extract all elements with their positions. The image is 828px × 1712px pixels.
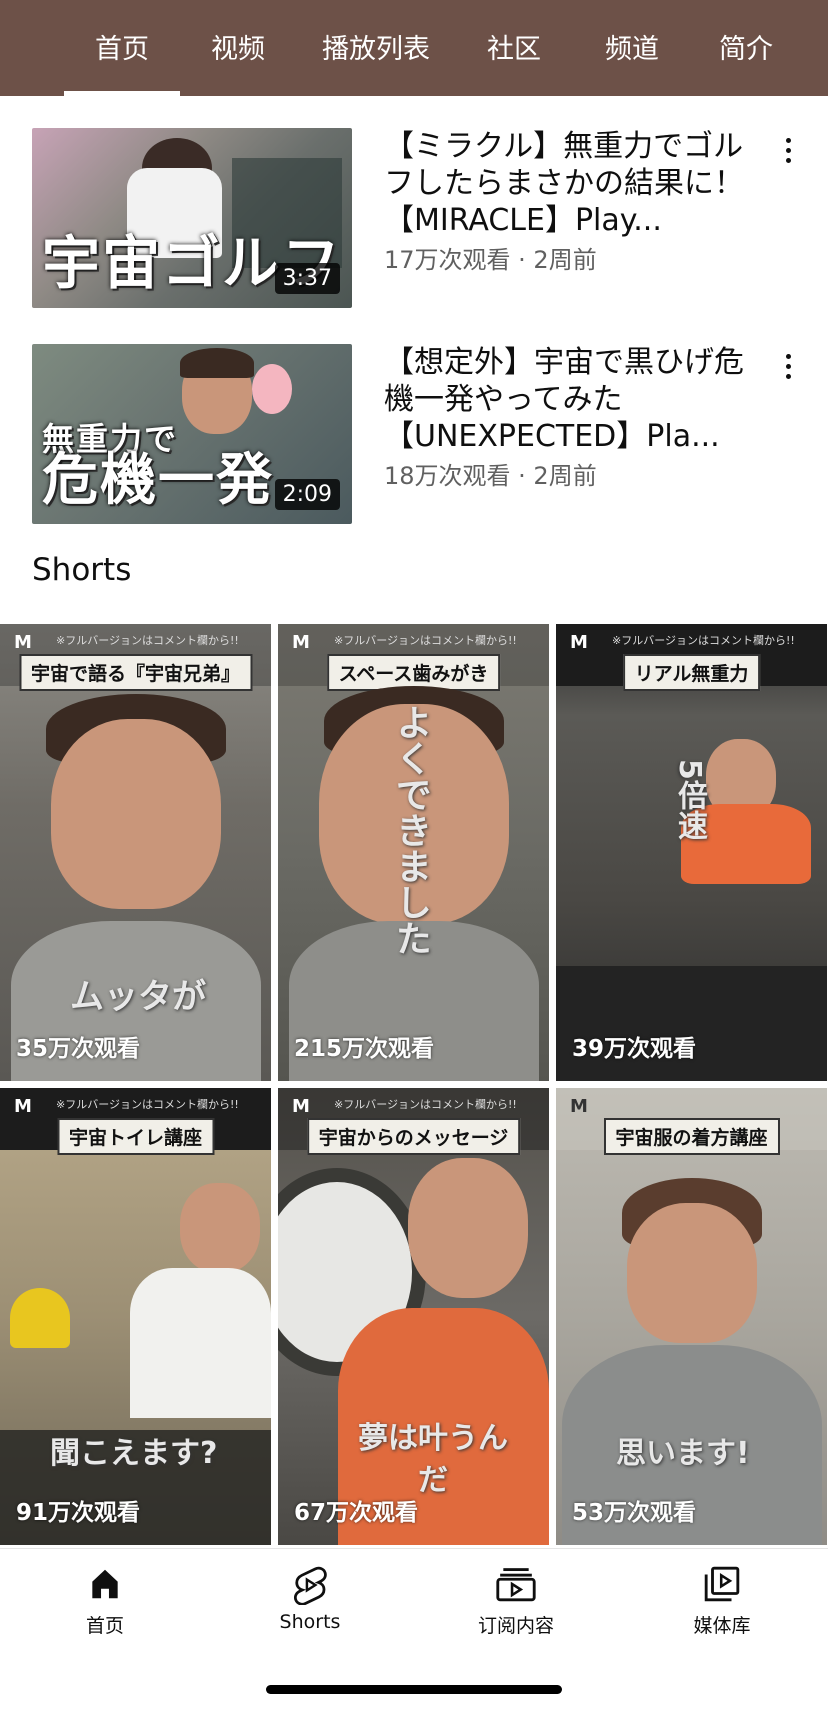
short-views: 39万次观看 — [572, 1036, 697, 1062]
short-note: ※フルバージョンはコメント欄から!! — [612, 634, 795, 647]
home-indicator[interactable] — [266, 1685, 562, 1694]
thumbnail-caption: 危機一発 — [42, 447, 274, 513]
more-options-icon[interactable] — [770, 132, 806, 182]
short-overlay-text: 夢は叶うんだ — [358, 1421, 508, 1498]
active-tab-indicator — [64, 91, 180, 96]
short-note: ※フルバージョンはコメント欄から!! — [56, 634, 239, 647]
short-views: 215万次观看 — [294, 1036, 435, 1062]
nav-shorts[interactable]: Shorts — [240, 1549, 380, 1669]
home-icon — [92, 1569, 118, 1599]
bottom-navigation: 首页 Shorts 订阅内容 媒体库 — [0, 1548, 828, 1669]
short-card[interactable]: M ※フルバージョンはコメント欄から!! 宇宙トイレ講座 聞こえます? 91万次… — [0, 1088, 271, 1545]
short-label: 宇宙からのメッセージ — [306, 1118, 521, 1155]
short-card[interactable]: M ※フルバージョンはコメント欄から!! リアル無重力 5倍速 39万次观看 — [556, 624, 827, 1081]
short-card[interactable]: M 宇宙服の着方講座 思います! 53万次观看 — [556, 1088, 827, 1545]
nav-subscriptions[interactable]: 订阅内容 — [446, 1549, 586, 1669]
short-person-face — [408, 1158, 528, 1298]
short-views: 53万次观看 — [572, 1500, 697, 1526]
short-card[interactable]: M ※フルバージョンはコメント欄から!! 宇宙で語る『宇宙兄弟』 ムッタが 35… — [0, 624, 271, 1081]
short-note: ※フルバージョンはコメント欄から!! — [334, 1098, 517, 1111]
nav-library[interactable]: 媒体库 — [652, 1549, 792, 1669]
short-overlay-text: 思います! — [616, 1436, 750, 1471]
library-icon — [704, 1566, 740, 1602]
short-label: 宇宙トイレ講座 — [56, 1118, 215, 1155]
subscriptions-icon — [496, 1568, 536, 1602]
tab-about[interactable]: 简介 — [698, 0, 794, 96]
video-title[interactable]: 【想定外】宇宙で黒ひげ危機一発やってみた【UNEXPECTED】Pla... — [384, 344, 754, 455]
short-card[interactable]: M ※フルバージョンはコメント欄から!! 宇宙からのメッセージ 夢は叶うんだ 6… — [278, 1088, 549, 1545]
short-views: 35万次观看 — [16, 1036, 141, 1062]
short-person-face — [50, 719, 221, 909]
short-person-face — [180, 1183, 260, 1273]
short-label: リアル無重力 — [622, 654, 761, 691]
tab-home[interactable]: 首页 — [64, 0, 180, 96]
nav-library-label: 媒体库 — [693, 1615, 751, 1637]
channel-tab-bar: 首页 视频 播放列表 社区 频道 简介 — [0, 0, 828, 96]
video-metadata: 17万次观看 · 2周前 — [384, 246, 597, 274]
short-views: 91万次观看 — [16, 1500, 141, 1526]
video-thumbnail[interactable]: 宇宙ゴルフ 3:37 — [32, 128, 352, 308]
video-item[interactable]: 宇宙ゴルフ 3:37 【ミラクル】無重力でゴルフしたらまさかの結果に！ 【MIR… — [0, 128, 828, 318]
channel-logo-icon: M — [292, 1096, 310, 1117]
nav-subscriptions-label: 订阅内容 — [477, 1615, 554, 1637]
shorts-section-title: Shorts — [32, 552, 132, 588]
short-views: 67万次观看 — [294, 1500, 419, 1526]
short-person-face — [626, 1203, 757, 1343]
channel-logo-icon: M — [292, 632, 310, 653]
short-overlay-text: ムッタが — [70, 977, 206, 1017]
nav-home-label: 首页 — [85, 1615, 124, 1637]
short-overlay-text: 聞こえます? — [50, 1436, 218, 1471]
short-person-body — [130, 1268, 271, 1418]
video-duration: 3:37 — [274, 263, 340, 294]
channel-logo-icon: M — [570, 632, 588, 653]
video-metadata: 18万次观看 · 2周前 — [384, 462, 597, 490]
short-label: 宇宙服の着方講座 — [603, 1118, 780, 1155]
tab-channels[interactable]: 频道 — [584, 0, 680, 96]
toilet-funnel — [10, 1288, 70, 1348]
short-overlay-text: 5倍速 — [672, 759, 707, 840]
tab-community[interactable]: 社区 — [466, 0, 562, 96]
short-overlay-text: よくできました — [390, 704, 431, 956]
video-thumbnail[interactable]: 無重力で 危機一発 2:09 — [32, 344, 352, 524]
nav-shorts-label: Shorts — [279, 1611, 341, 1633]
shorts-icon — [293, 1566, 327, 1605]
tab-videos[interactable]: 视频 — [190, 0, 286, 96]
channel-logo-icon: M — [14, 632, 32, 653]
more-options-icon[interactable] — [770, 348, 806, 398]
video-title[interactable]: 【ミラクル】無重力でゴルフしたらまさかの結果に！ 【MIRACLE】Play..… — [384, 128, 754, 239]
video-item[interactable]: 無重力で 危機一発 2:09 【想定外】宇宙で黒ひげ危機一発やってみた【UNEX… — [0, 344, 828, 534]
channel-logo-icon: M — [14, 1096, 32, 1117]
video-duration: 2:09 — [274, 479, 340, 510]
nav-home[interactable]: 首页 — [35, 1549, 175, 1669]
short-card[interactable]: M ※フルバージョンはコメント欄から!! スペース歯みがき よくできました 21… — [278, 624, 549, 1081]
short-note: ※フルバージョンはコメント欄から!! — [334, 634, 517, 647]
channel-logo-icon: M — [570, 1096, 588, 1117]
tab-playlists[interactable]: 播放列表 — [300, 0, 452, 96]
short-note: ※フルバージョンはコメント欄から!! — [56, 1098, 239, 1111]
short-label: 宇宙で語る『宇宙兄弟』 — [18, 654, 253, 691]
